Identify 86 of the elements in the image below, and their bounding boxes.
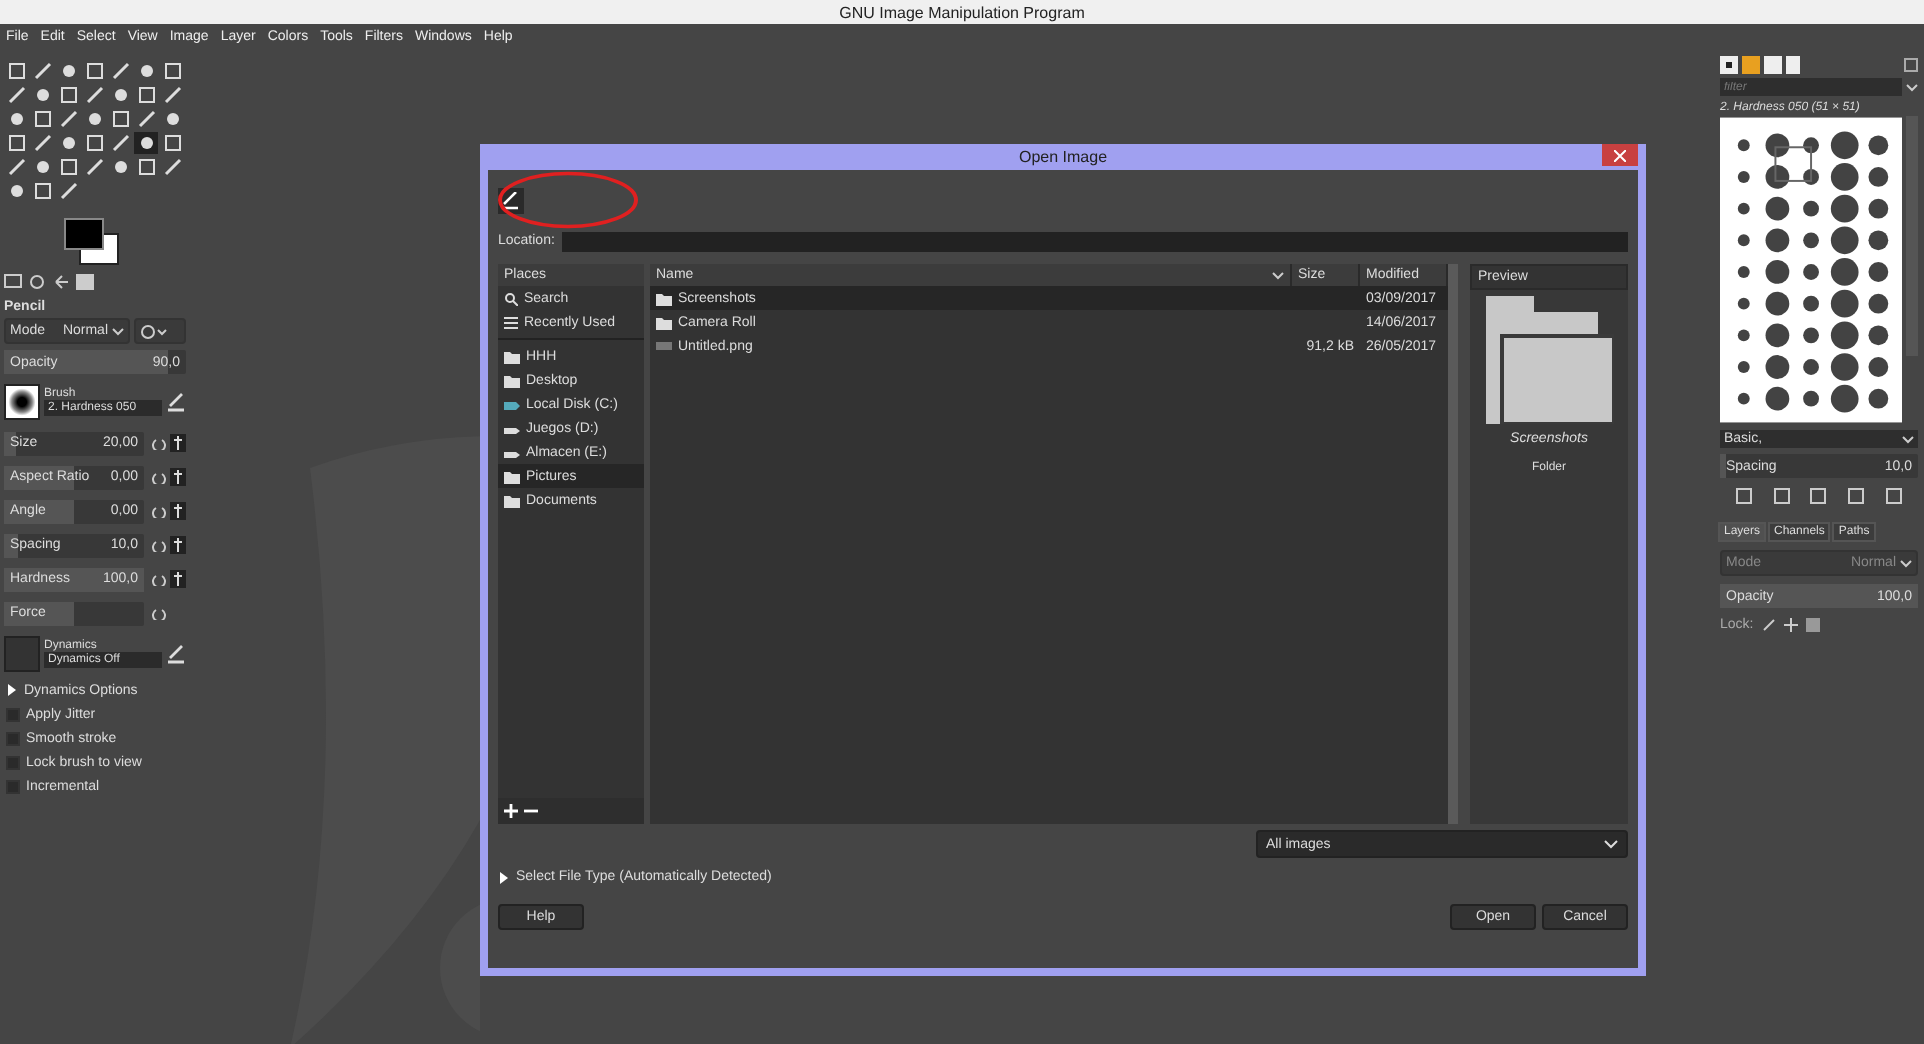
search-icon — [504, 291, 518, 305]
tool-options-tab-icon[interactable] — [4, 274, 22, 290]
edit-icon — [502, 191, 520, 209]
blend-space-dropdown[interactable] — [134, 318, 186, 344]
tool-button[interactable] — [82, 84, 106, 106]
chevron-down-icon — [1272, 271, 1284, 279]
dialog-title: Open Image — [1018, 148, 1108, 166]
brush-action-icon[interactable] — [1810, 488, 1827, 504]
tool-button[interactable] — [4, 60, 28, 82]
brush-action-icon[interactable] — [1885, 488, 1902, 504]
tool-button[interactable] — [108, 132, 132, 154]
chevron-down-icon — [1902, 435, 1914, 443]
link-icon[interactable] — [170, 502, 186, 520]
link-icon[interactable] — [170, 570, 186, 588]
expander-icon[interactable] — [6, 684, 18, 696]
brush-action-icon[interactable] — [1773, 488, 1790, 504]
tool-button[interactable] — [56, 84, 80, 106]
location-field[interactable] — [562, 231, 1628, 251]
checkbox[interactable] — [6, 707, 20, 721]
checkbox[interactable] — [6, 731, 20, 745]
brush-grid-drawing[interactable] — [1720, 116, 1903, 424]
folder-icon — [1485, 296, 1613, 424]
device-status-tab-icon[interactable] — [28, 274, 46, 290]
link-icon[interactable] — [170, 468, 186, 486]
reset-icon[interactable] — [152, 606, 166, 620]
image-file-icon — [656, 342, 672, 350]
tool-button[interactable] — [30, 108, 54, 130]
edit-icon[interactable] — [166, 392, 186, 412]
tool-button[interactable] — [82, 132, 106, 154]
reset-icon[interactable] — [152, 504, 166, 518]
tool-button[interactable] — [82, 156, 106, 178]
reset-icon[interactable] — [152, 436, 166, 450]
list-icon — [504, 315, 518, 329]
tool-button[interactable] — [134, 108, 158, 130]
close-button[interactable] — [1602, 144, 1638, 166]
color-swatches-icon[interactable] — [64, 218, 120, 266]
annotation-circle — [496, 170, 640, 230]
tool-button[interactable] — [82, 60, 106, 82]
reset-icon[interactable] — [152, 572, 166, 586]
chevron-down-icon — [1900, 559, 1912, 567]
tool-button[interactable] — [56, 180, 80, 202]
remove-bookmark-button[interactable] — [524, 804, 538, 818]
tool-button[interactable] — [108, 60, 132, 82]
expander-icon[interactable] — [498, 871, 510, 883]
blend-icon — [140, 323, 168, 339]
lock-pixels-icon[interactable] — [1761, 618, 1776, 632]
tool-button[interactable] — [134, 84, 158, 106]
tool-button[interactable] — [160, 84, 184, 106]
add-bookmark-button[interactable] — [504, 804, 518, 818]
tool-button[interactable] — [56, 156, 80, 178]
undo-history-tab-icon[interactable] — [52, 274, 70, 290]
link-icon[interactable] — [170, 434, 186, 452]
lock-position-icon[interactable] — [1783, 618, 1798, 632]
tool-button[interactable] — [4, 132, 28, 154]
brushes-tab-icon[interactable] — [1720, 56, 1738, 74]
tool-button[interactable] — [134, 132, 158, 154]
chevron-down-icon[interactable] — [1906, 83, 1918, 91]
chevron-down-icon — [112, 327, 124, 335]
tool-button[interactable] — [160, 60, 184, 82]
dock-menu-icon[interactable] — [1904, 58, 1918, 72]
scrollbar[interactable] — [1448, 264, 1458, 824]
tool-button[interactable] — [56, 108, 80, 130]
close-icon — [1614, 149, 1626, 161]
chevron-down-icon — [1604, 839, 1618, 849]
tool-button[interactable] — [160, 156, 184, 178]
tool-button[interactable] — [4, 84, 28, 106]
brush-action-icon[interactable] — [1736, 488, 1753, 504]
tool-button[interactable] — [30, 132, 54, 154]
tool-button[interactable] — [134, 156, 158, 178]
brush-action-icon[interactable] — [1848, 488, 1865, 504]
minus-icon — [524, 804, 538, 818]
reset-icon[interactable] — [152, 538, 166, 552]
tool-button[interactable] — [4, 156, 28, 178]
link-icon[interactable] — [170, 536, 186, 554]
tool-button[interactable] — [160, 132, 184, 154]
checkbox[interactable] — [6, 779, 20, 793]
plus-icon — [504, 804, 518, 818]
lock-alpha-icon[interactable] — [1805, 618, 1820, 632]
checkbox[interactable] — [6, 755, 20, 769]
tool-button[interactable] — [108, 108, 132, 130]
tool-button[interactable] — [30, 180, 54, 202]
brush-preview-icon[interactable] — [4, 384, 40, 420]
window-title: GNU Image Manipulation Program — [839, 3, 1085, 21]
tool-button[interactable] — [30, 60, 54, 82]
edit-icon[interactable] — [166, 644, 186, 664]
reset-icon[interactable] — [152, 470, 166, 484]
